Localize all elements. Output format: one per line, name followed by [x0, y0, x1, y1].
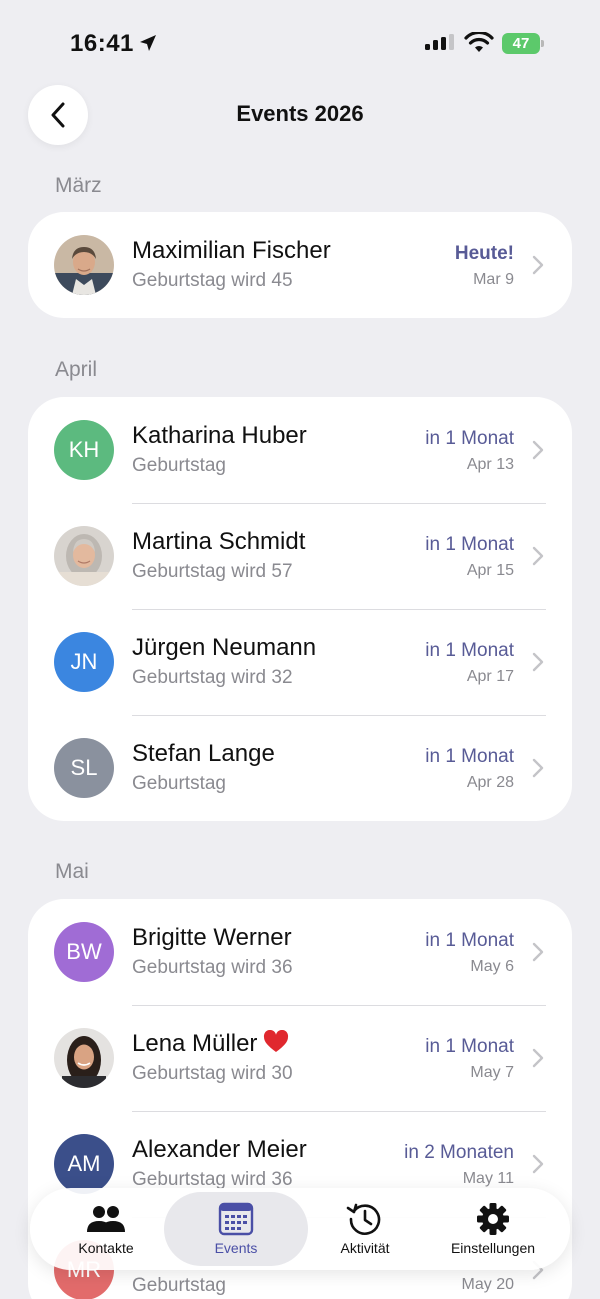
contact-name: Stefan Lange: [132, 740, 275, 767]
relative-date: in 1 Monat: [425, 930, 514, 951]
calendar-icon: [218, 1202, 254, 1236]
event-date: May 7: [470, 1064, 514, 1081]
contact-name: Martina Schmidt: [132, 528, 306, 555]
event-row-stefan[interactable]: SL Stefan Lange Geburtstag in 1 Monat Ap…: [28, 715, 572, 821]
relative-date: in 1 Monat: [425, 640, 514, 661]
event-date: Apr 17: [466, 668, 514, 685]
status-bar: 16:41 47: [0, 0, 600, 80]
heart-icon: [264, 1030, 289, 1052]
contact-name: Brigitte Werner: [132, 924, 292, 951]
contact-name: Katharina Huber: [132, 422, 307, 449]
chevron-right-icon: [532, 1048, 544, 1068]
contact-name: Maximilian Fischer: [132, 237, 331, 264]
event-subtitle: Geburtstag wird 36: [132, 957, 293, 978]
battery-level: 47: [502, 33, 540, 54]
avatar-martina: [54, 526, 114, 586]
tab-einstellungen[interactable]: Einstellungen: [434, 1192, 552, 1266]
battery-tip: [541, 40, 544, 47]
event-row-maximilian[interactable]: Maximilian Fischer Geburtstag wird 45 He…: [28, 212, 572, 318]
event-date: Mar 9: [473, 271, 514, 288]
tab-label: Aktivität: [340, 1240, 390, 1256]
chevron-right-icon: [532, 942, 544, 962]
status-time: 16:41: [70, 30, 134, 57]
contact-name: Jürgen Neumann: [132, 634, 317, 661]
relative-date: in 1 Monat: [425, 1036, 514, 1057]
avatar-lena: [54, 1028, 114, 1088]
avatar-initials: JN: [54, 632, 114, 692]
location-arrow-icon: [140, 35, 156, 51]
card-maerz: Maximilian Fischer Geburtstag wird 45 He…: [28, 212, 572, 318]
chevron-right-icon: [532, 1154, 544, 1174]
event-subtitle: Geburtstag: [132, 1275, 226, 1296]
avatar-initials: AM: [54, 1134, 114, 1194]
relative-date: in 2 Monaten: [404, 1142, 514, 1163]
avatar-initials: KH: [54, 420, 114, 480]
relative-date: in 1 Monat: [425, 746, 514, 767]
chevron-right-icon: [532, 652, 544, 672]
event-date: Apr 28: [466, 774, 514, 791]
events-screen: 16:41 47 Events 2026 März Maximilian Fis…: [0, 0, 600, 1299]
wifi-icon: [464, 32, 494, 52]
cellular-signal-icon: [425, 34, 454, 50]
event-subtitle: Geburtstag wird 57: [132, 561, 293, 582]
relative-date: in 1 Monat: [425, 534, 514, 555]
event-date: May 20: [461, 1276, 514, 1293]
tab-events[interactable]: Events: [164, 1192, 308, 1266]
avatar-maximilian: [54, 235, 114, 295]
avatar-initials: BW: [54, 922, 114, 982]
event-subtitle: Geburtstag wird 30: [132, 1063, 293, 1084]
contact-name: Lena Müller: [132, 1030, 289, 1058]
event-row-juergen[interactable]: JN Jürgen Neumann Geburtstag wird 32 in …: [28, 609, 572, 715]
card-april: KH Katharina Huber Geburtstag in 1 Monat…: [28, 397, 572, 821]
section-header-maerz: März: [55, 174, 102, 197]
event-subtitle: Geburtstag wird 32: [132, 667, 293, 688]
page-title: Events 2026: [236, 101, 364, 126]
event-date: May 6: [470, 958, 514, 975]
event-subtitle: Geburtstag: [132, 455, 226, 476]
section-header-mai: Mai: [55, 860, 89, 883]
event-row-katharina[interactable]: KH Katharina Huber Geburtstag in 1 Monat…: [28, 397, 572, 503]
tab-label: Kontakte: [78, 1240, 134, 1256]
tab-kontakte[interactable]: Kontakte: [52, 1192, 160, 1266]
event-date: Apr 13: [466, 456, 514, 473]
contact-name-text: Lena Müller: [132, 1030, 258, 1057]
event-row-brigitte[interactable]: BW Brigitte Werner Geburtstag wird 36 in…: [28, 899, 572, 1005]
tab-aktivitaet[interactable]: Aktivität: [310, 1192, 420, 1266]
event-subtitle: Geburtstag wird 45: [132, 270, 293, 291]
tab-label: Einstellungen: [450, 1240, 536, 1256]
chevron-right-icon: [532, 758, 544, 778]
event-row-martina[interactable]: Martina Schmidt Geburtstag wird 57 in 1 …: [28, 503, 572, 609]
history-icon: [346, 1203, 381, 1235]
section-header-april: April: [55, 358, 98, 381]
avatar-initials: SL: [54, 738, 114, 798]
gear-icon: [477, 1203, 509, 1235]
battery-indicator: 47: [502, 33, 544, 54]
contact-name: Alexander Meier: [132, 1136, 307, 1163]
tab-label: Events: [214, 1240, 258, 1256]
event-date: May 11: [462, 1170, 514, 1187]
event-subtitle: Geburtstag: [132, 773, 226, 794]
tab-bar: Kontakte Events Aktivität Einstellungen: [30, 1188, 570, 1270]
event-date: Apr 15: [466, 562, 514, 579]
relative-date: in 1 Monat: [425, 428, 514, 449]
chevron-right-icon: [532, 440, 544, 460]
chevron-right-icon: [532, 546, 544, 566]
event-row-lena[interactable]: Lena Müller Geburtstag wird 30 in 1 Mona…: [28, 1005, 572, 1111]
people-icon: [87, 1206, 125, 1232]
relative-date: Heute!: [454, 243, 514, 264]
chevron-right-icon: [532, 255, 544, 275]
